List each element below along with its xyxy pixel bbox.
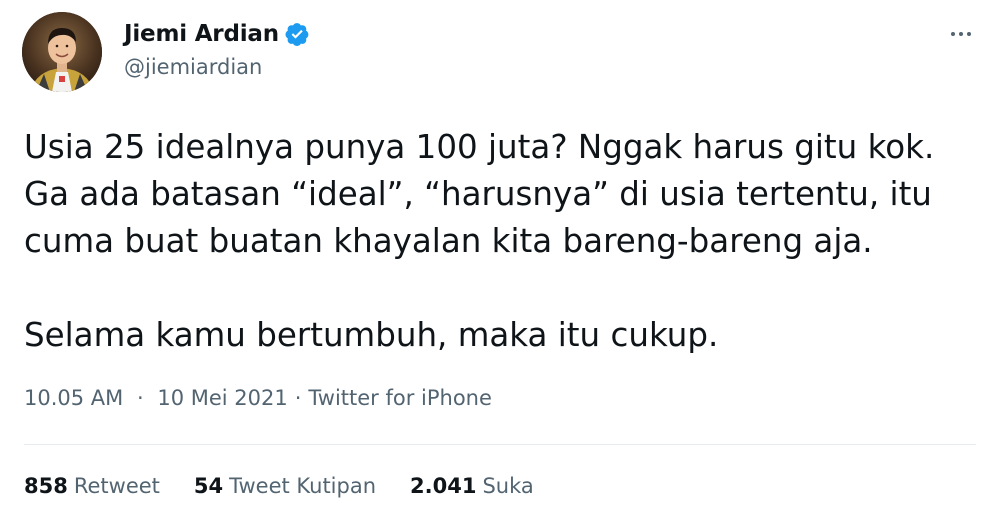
display-name[interactable]: Jiemi Ardian bbox=[124, 21, 279, 47]
quote-tweets-stat[interactable]: 54 Tweet Kutipan bbox=[194, 474, 376, 498]
avatar[interactable] bbox=[22, 12, 102, 92]
meta-separator: · bbox=[136, 386, 144, 410]
tweet-card: Jiemi Ardian @jiemiardian Usia 25 idealn… bbox=[0, 0, 1000, 523]
meta-separator: · bbox=[294, 386, 302, 410]
divider bbox=[24, 444, 976, 445]
tweet-source[interactable]: Twitter for iPhone bbox=[308, 386, 492, 410]
quote-tweets-count: 54 bbox=[193, 474, 224, 498]
likes-stat[interactable]: 2.041 Suka bbox=[410, 474, 534, 498]
user-name-row: Jiemi Ardian bbox=[124, 18, 310, 50]
tweet-timestamp[interactable]: 10.05 AM · 10 Mei 2021 bbox=[24, 386, 288, 410]
retweets-label: Retweet bbox=[73, 474, 160, 498]
retweets-count: 858 bbox=[24, 474, 68, 498]
tweet-time: 10.05 AM bbox=[24, 386, 124, 410]
likes-count: 2.041 bbox=[410, 474, 477, 498]
avatar-image bbox=[22, 12, 102, 92]
tweet-text: Usia 25 idealnya punya 100 juta? Nggak h… bbox=[24, 128, 935, 354]
quote-tweets-label: Tweet Kutipan bbox=[229, 474, 377, 498]
retweets-stat[interactable]: 858 Retweet bbox=[24, 474, 160, 498]
tweet-stats: 858 Retweet 54 Tweet Kutipan 2.041 Suka bbox=[24, 474, 568, 498]
verified-badge-icon bbox=[284, 21, 310, 47]
likes-label: Suka bbox=[482, 474, 534, 498]
tweet-date: 10 Mei 2021 bbox=[157, 386, 288, 410]
tweet-metadata: 10.05 AM · 10 Mei 2021 · Twitter for iPh… bbox=[24, 386, 492, 410]
user-handle[interactable]: @jiemiardian bbox=[124, 55, 262, 79]
more-horizontal-icon[interactable] bbox=[946, 22, 976, 46]
